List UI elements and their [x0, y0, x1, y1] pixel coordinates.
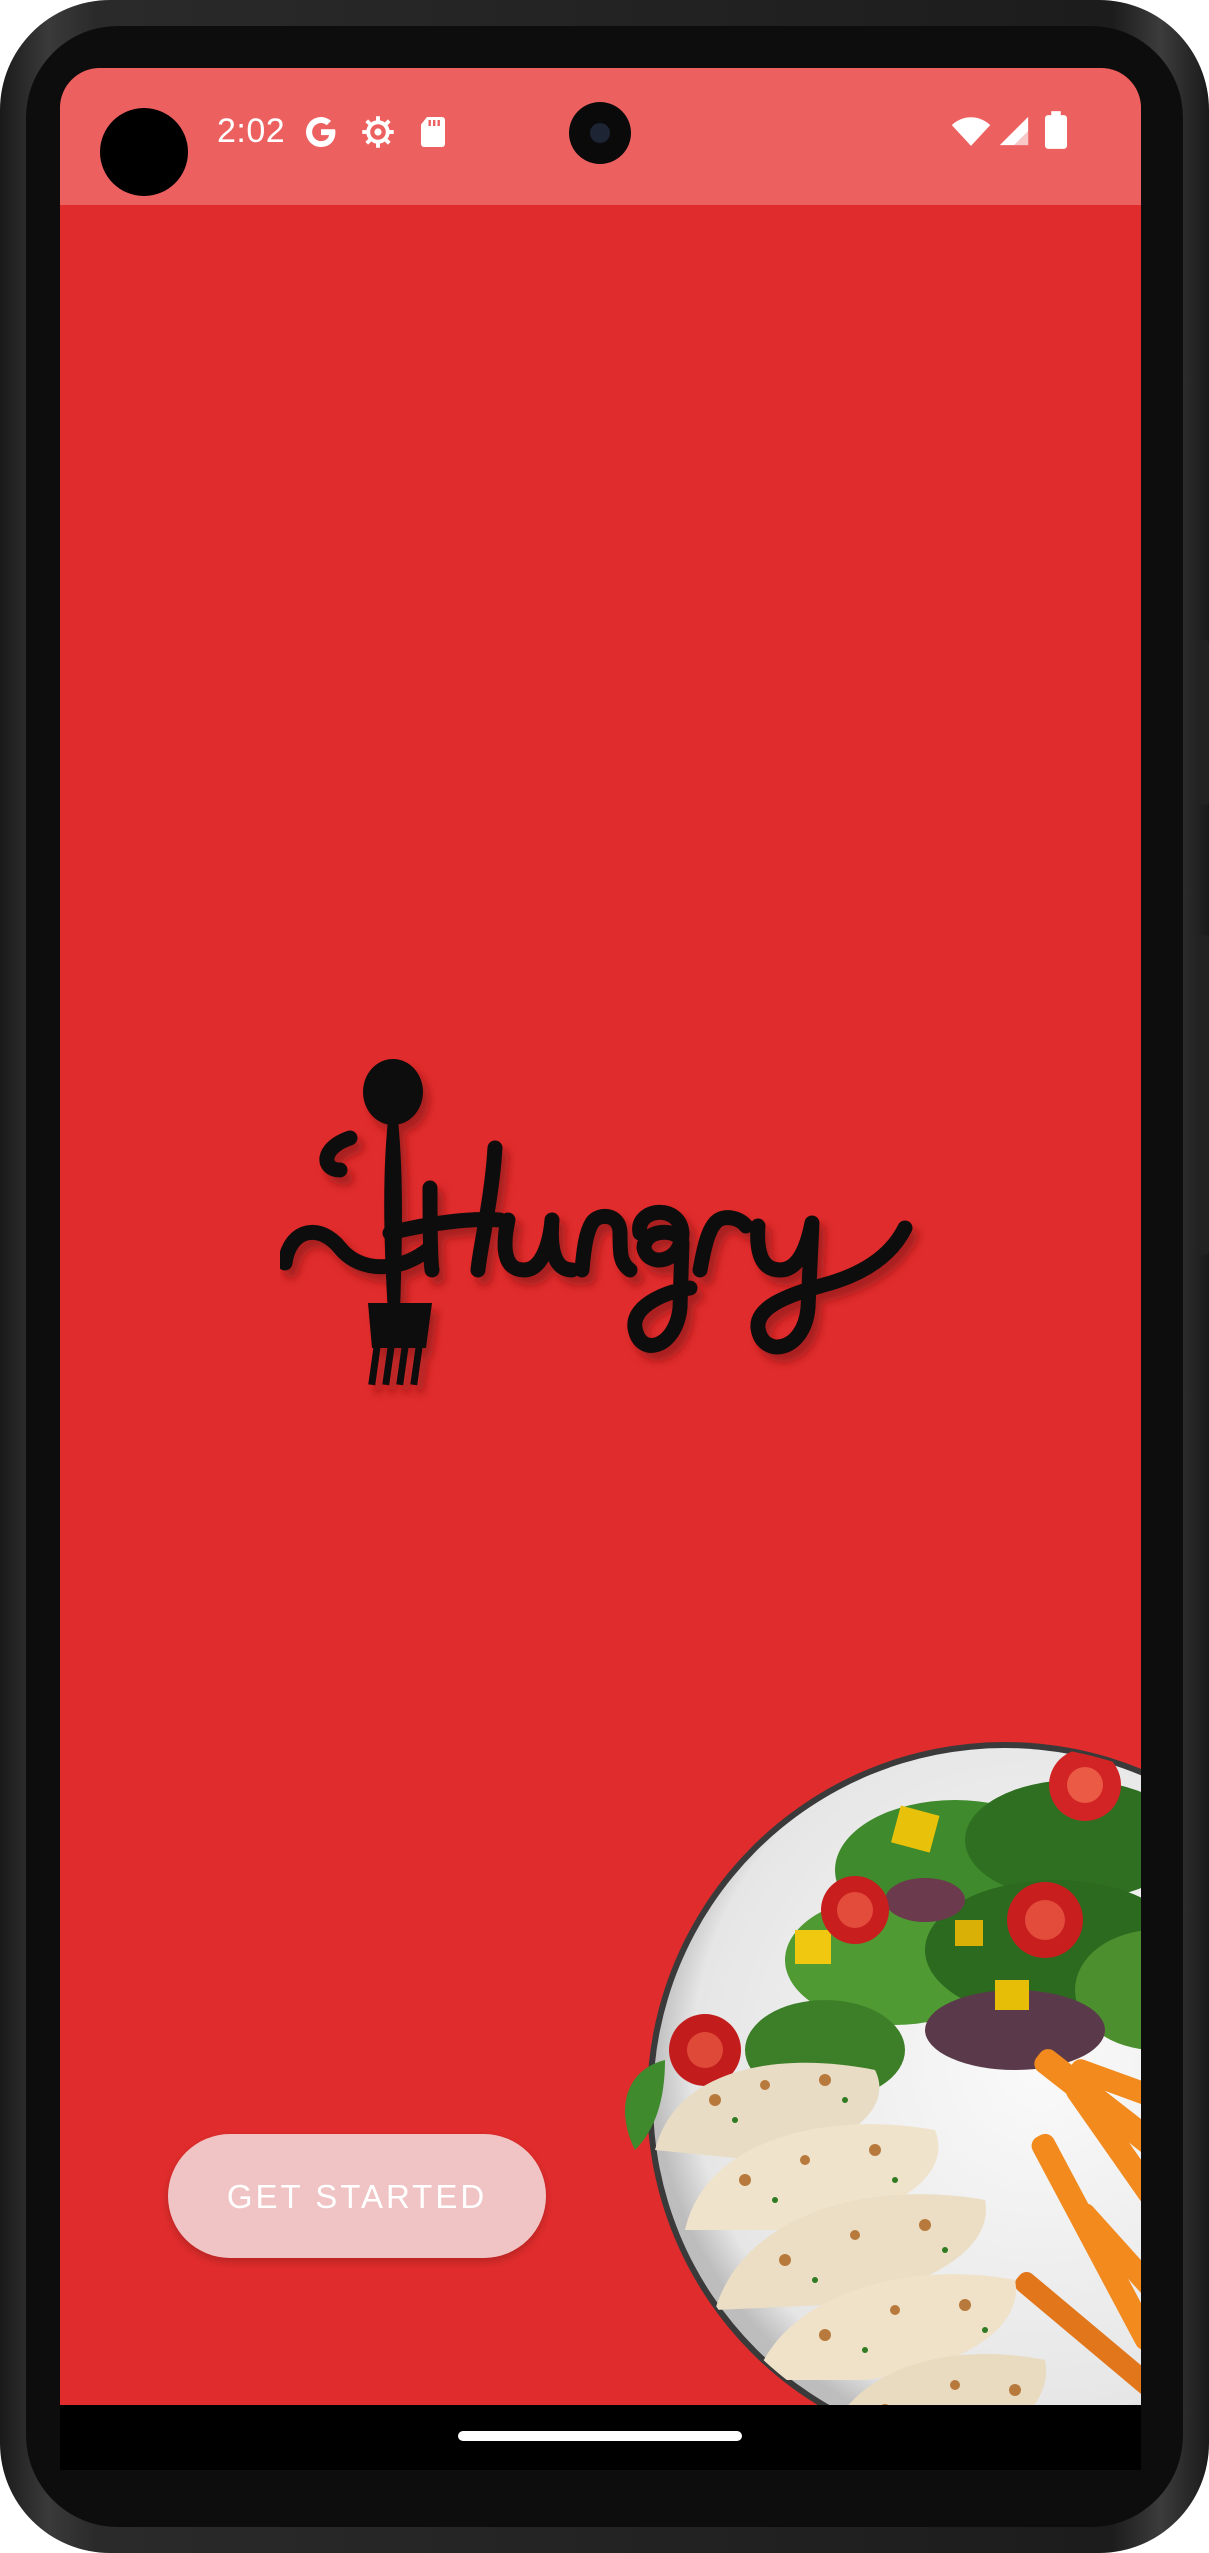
front-camera — [569, 102, 631, 164]
status-bar: 2:02 — [60, 68, 1141, 205]
google-icon — [305, 117, 336, 148]
cell-signal-icon — [999, 116, 1029, 146]
salad-chicken-plate-image — [625, 1742, 1141, 2458]
screen-recording-dot — [100, 108, 188, 196]
wifi-icon — [951, 117, 991, 146]
status-time: 2:02 — [217, 112, 286, 150]
battery-icon — [1045, 111, 1067, 149]
volume-button — [1199, 935, 1209, 1255]
sd-card-icon — [421, 117, 445, 147]
spoon-icon — [363, 1059, 423, 1125]
screen: 2:02 GET STARTED — [60, 68, 1141, 2470]
fork-icon — [368, 1303, 432, 1386]
hungry-logo — [280, 1059, 913, 1386]
home-gesture-handle[interactable] — [458, 2431, 742, 2441]
settings-icon — [362, 116, 394, 148]
gesture-nav-bar — [60, 2405, 1141, 2470]
get-started-button[interactable]: GET STARTED — [168, 2134, 546, 2258]
power-button — [1199, 640, 1209, 805]
